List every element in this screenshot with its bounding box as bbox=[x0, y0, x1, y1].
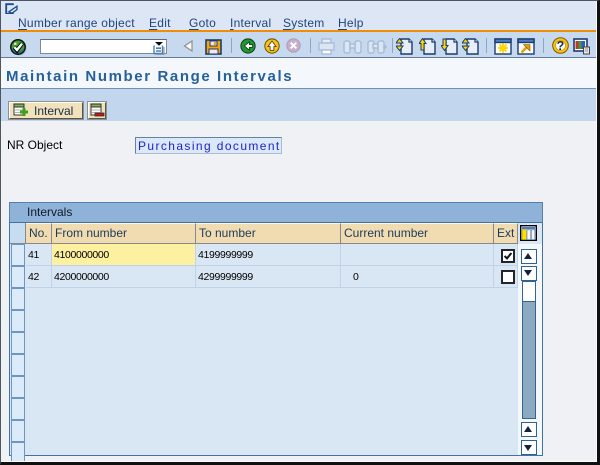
svg-text:?: ? bbox=[557, 39, 565, 53]
